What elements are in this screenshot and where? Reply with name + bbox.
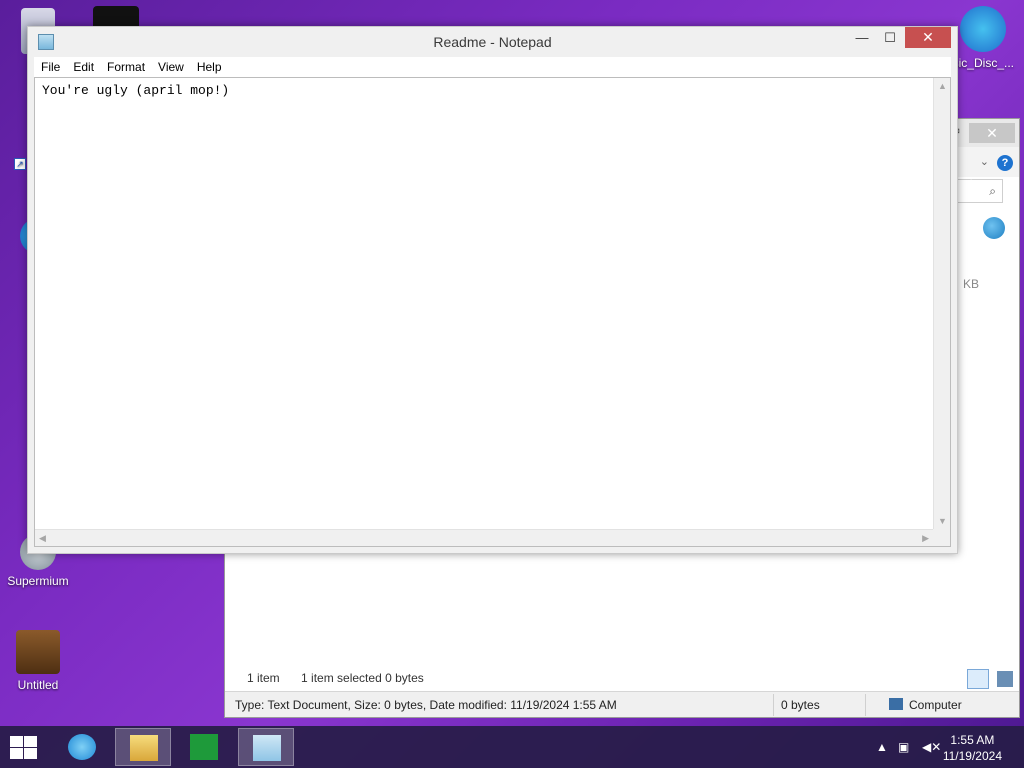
notepad-titlebar[interactable]: Readme - Notepad — ☐ ✕ xyxy=(28,27,957,57)
edge-icon xyxy=(960,6,1006,52)
item-count-status: 1 item 1 item selected 0 bytes xyxy=(247,671,442,685)
show-hidden-icons-icon[interactable]: ▲ xyxy=(876,740,888,754)
close-button[interactable]: ✕ xyxy=(905,27,951,48)
details-view-button[interactable] xyxy=(967,669,989,689)
horizontal-scrollbar[interactable]: ◀ ▶ xyxy=(35,529,933,546)
clock-time: 1:55 AM xyxy=(950,733,995,747)
notepad-window[interactable]: Readme - Notepad — ☐ ✕ File Edit Format Vie… xyxy=(27,26,958,554)
vertical-scrollbar[interactable]: ▲ ▼ xyxy=(933,78,950,529)
menu-bar: File Edit Format View Help xyxy=(34,57,951,77)
volume-muted-icon[interactable]: ◀✕ xyxy=(922,740,941,754)
scroll-left-icon[interactable]: ◀ xyxy=(39,533,46,544)
divider xyxy=(773,694,774,716)
desktop-icon-label: Supermium xyxy=(7,574,69,588)
internet-explorer-icon xyxy=(68,734,96,760)
location: Computer xyxy=(889,698,962,712)
windows-logo-icon xyxy=(24,736,37,747)
divider xyxy=(865,694,866,716)
scroll-down-icon[interactable]: ▼ xyxy=(938,516,947,526)
menu-format[interactable]: Format xyxy=(100,57,151,74)
taskbar-internet-explorer[interactable] xyxy=(54,728,110,766)
start-button[interactable] xyxy=(8,735,38,759)
clock[interactable]: 1:55 AM 11/19/2024 xyxy=(943,732,1002,764)
file-size: 0 bytes xyxy=(781,698,820,712)
taskbar: ▲ ▣ ◀✕ 1:55 AM 11/19/2024 xyxy=(0,726,1024,768)
document-text[interactable]: You're ugly (april mop!) xyxy=(42,83,229,98)
chevron-down-icon[interactable]: ⌄ xyxy=(980,155,989,168)
resize-grip-icon[interactable] xyxy=(933,529,950,546)
globe-icon[interactable] xyxy=(983,217,1005,239)
file-details: Type: Text Document, Size: 0 bytes, Date… xyxy=(235,698,617,712)
store-icon xyxy=(190,734,218,760)
scroll-up-icon[interactable]: ▲ xyxy=(938,81,947,91)
scroll-right-icon[interactable]: ▶ xyxy=(922,533,929,544)
menu-view[interactable]: View xyxy=(151,57,190,74)
menu-help[interactable]: Help xyxy=(190,57,228,74)
menu-edit[interactable]: Edit xyxy=(66,57,100,74)
windows-logo-icon xyxy=(10,736,23,747)
desktop-icon-label: Untitled xyxy=(17,678,59,692)
location-label: Computer xyxy=(909,698,962,712)
selection-status: 1 item selected 0 bytes xyxy=(301,671,424,685)
taskbar-file-explorer[interactable] xyxy=(115,728,171,766)
desktop-icon-untitled[interactable]: Untitled xyxy=(0,630,76,692)
clock-date: 11/19/2024 xyxy=(942,749,1002,763)
explorer-statusbar: Type: Text Document, Size: 0 bytes, Date… xyxy=(225,691,1019,717)
network-icon[interactable]: ▣ xyxy=(898,740,909,754)
file-explorer-icon xyxy=(130,735,158,761)
taskbar-notepad[interactable] xyxy=(238,728,294,766)
file-size-fragment: KB xyxy=(962,277,979,291)
taskbar-store[interactable] xyxy=(176,728,232,766)
package-icon xyxy=(16,630,60,674)
help-icon[interactable]: ? xyxy=(997,155,1013,171)
windows-logo-icon xyxy=(24,748,37,759)
large-icons-view-button[interactable] xyxy=(997,671,1013,687)
menu-file[interactable]: File xyxy=(34,57,66,74)
text-editor[interactable]: You're ugly (april mop!) ▲ ▼ ◀ ▶ xyxy=(34,77,951,547)
window-title: Readme - Notepad xyxy=(433,34,552,50)
shortcut-arrow-icon: ↗ xyxy=(14,158,26,170)
item-count: 1 item xyxy=(247,671,280,685)
windows-logo-icon xyxy=(10,748,23,759)
explorer-close-button[interactable]: ✕ xyxy=(969,123,1015,143)
notepad-icon xyxy=(253,735,281,761)
search-icon: ⌕ xyxy=(989,184,996,198)
maximize-button[interactable]: ☐ xyxy=(877,27,903,48)
computer-icon xyxy=(889,698,903,710)
minimize-button[interactable]: — xyxy=(849,27,875,48)
